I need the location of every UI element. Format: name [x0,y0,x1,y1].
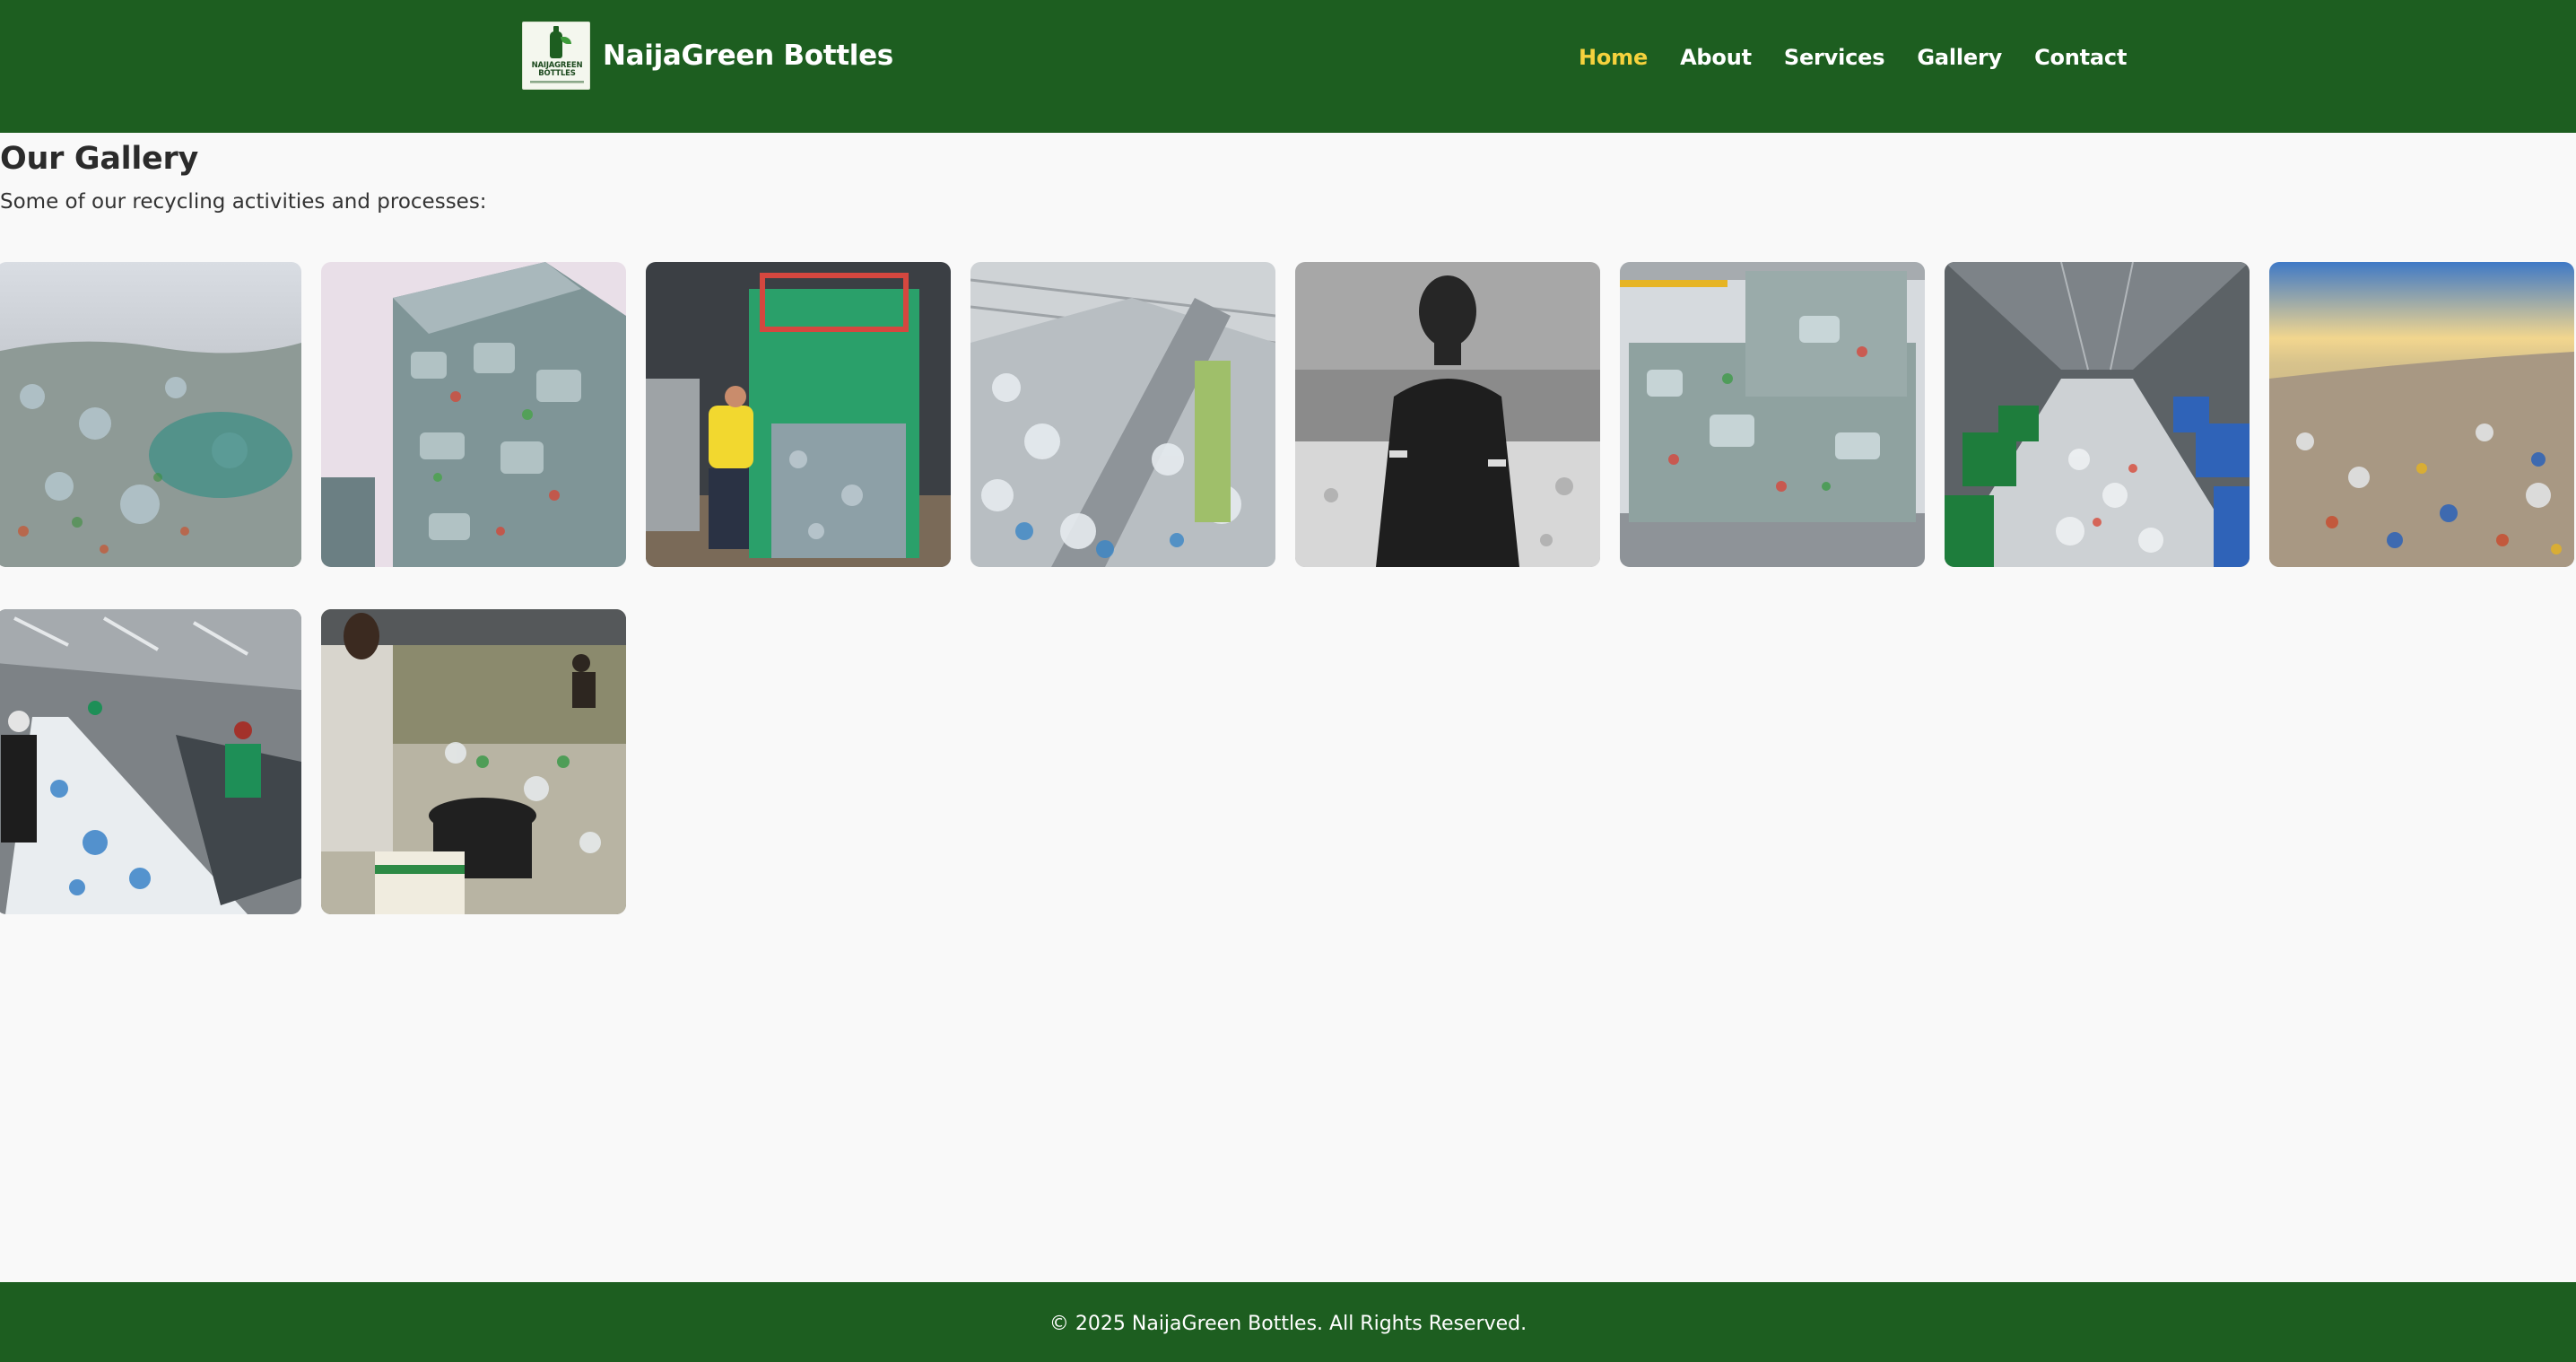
sorting-line-workers-image [0,609,301,914]
gallery-image-7[interactable] [1945,262,2250,567]
baling-machine-worker-image [646,262,951,567]
nav-services[interactable]: Services [1784,45,1885,70]
warehouse-bins-aisle-image [1945,262,2250,567]
site-header: NAIJAGREEN BOTTLES NaijaGreen Bottles Ho… [0,0,2576,133]
gallery-image-9[interactable] [0,609,301,914]
gallery-image-4[interactable] [970,262,1275,567]
bottle-icon [550,26,562,58]
nav-contact[interactable]: Contact [2034,45,2127,70]
gallery-image-5[interactable] [1295,262,1600,567]
gallery-image-2[interactable] [321,262,626,567]
main-nav: Home About Services Gallery Contact [1579,39,2127,75]
gallery-image-10[interactable] [321,609,626,914]
plastic-bottle-dump-image [0,262,301,567]
site-footer: © 2025 NaijaGreen Bottles. All Rights Re… [0,1282,2576,1362]
gallery-image-1[interactable] [0,262,301,567]
company-logo: NAIJAGREEN BOTTLES [522,22,590,90]
brand-name: NaijaGreen Bottles [603,39,893,72]
bottle-field-sunset-image [2269,262,2574,567]
baled-bottles-stack-image [321,262,626,567]
brand-link[interactable]: NAIJAGREEN BOTTLES NaijaGreen Bottles [522,22,893,90]
worker-portrait-grayscale-image [1295,262,1600,567]
logo-text: NAIJAGREEN BOTTLES [531,61,583,78]
gallery-image-8[interactable] [2269,262,2574,567]
gallery-image-3[interactable] [646,262,951,567]
nav-gallery[interactable]: Gallery [1917,45,2002,70]
page-title: Our Gallery [0,141,198,177]
logo-divider [530,81,584,83]
nav-about[interactable]: About [1680,45,1752,70]
conveyor-belt-bottles-image [970,262,1275,567]
gallery-image-6[interactable] [1620,262,1925,567]
manual-bottle-collection-image [321,609,626,914]
nav-home[interactable]: Home [1579,45,1648,70]
copyright-text: © 2025 NaijaGreen Bottles. All Rights Re… [1049,1313,1527,1335]
page-subtitle: Some of our recycling activities and pro… [0,190,487,214]
compressed-bales-warehouse-image [1620,262,1925,567]
